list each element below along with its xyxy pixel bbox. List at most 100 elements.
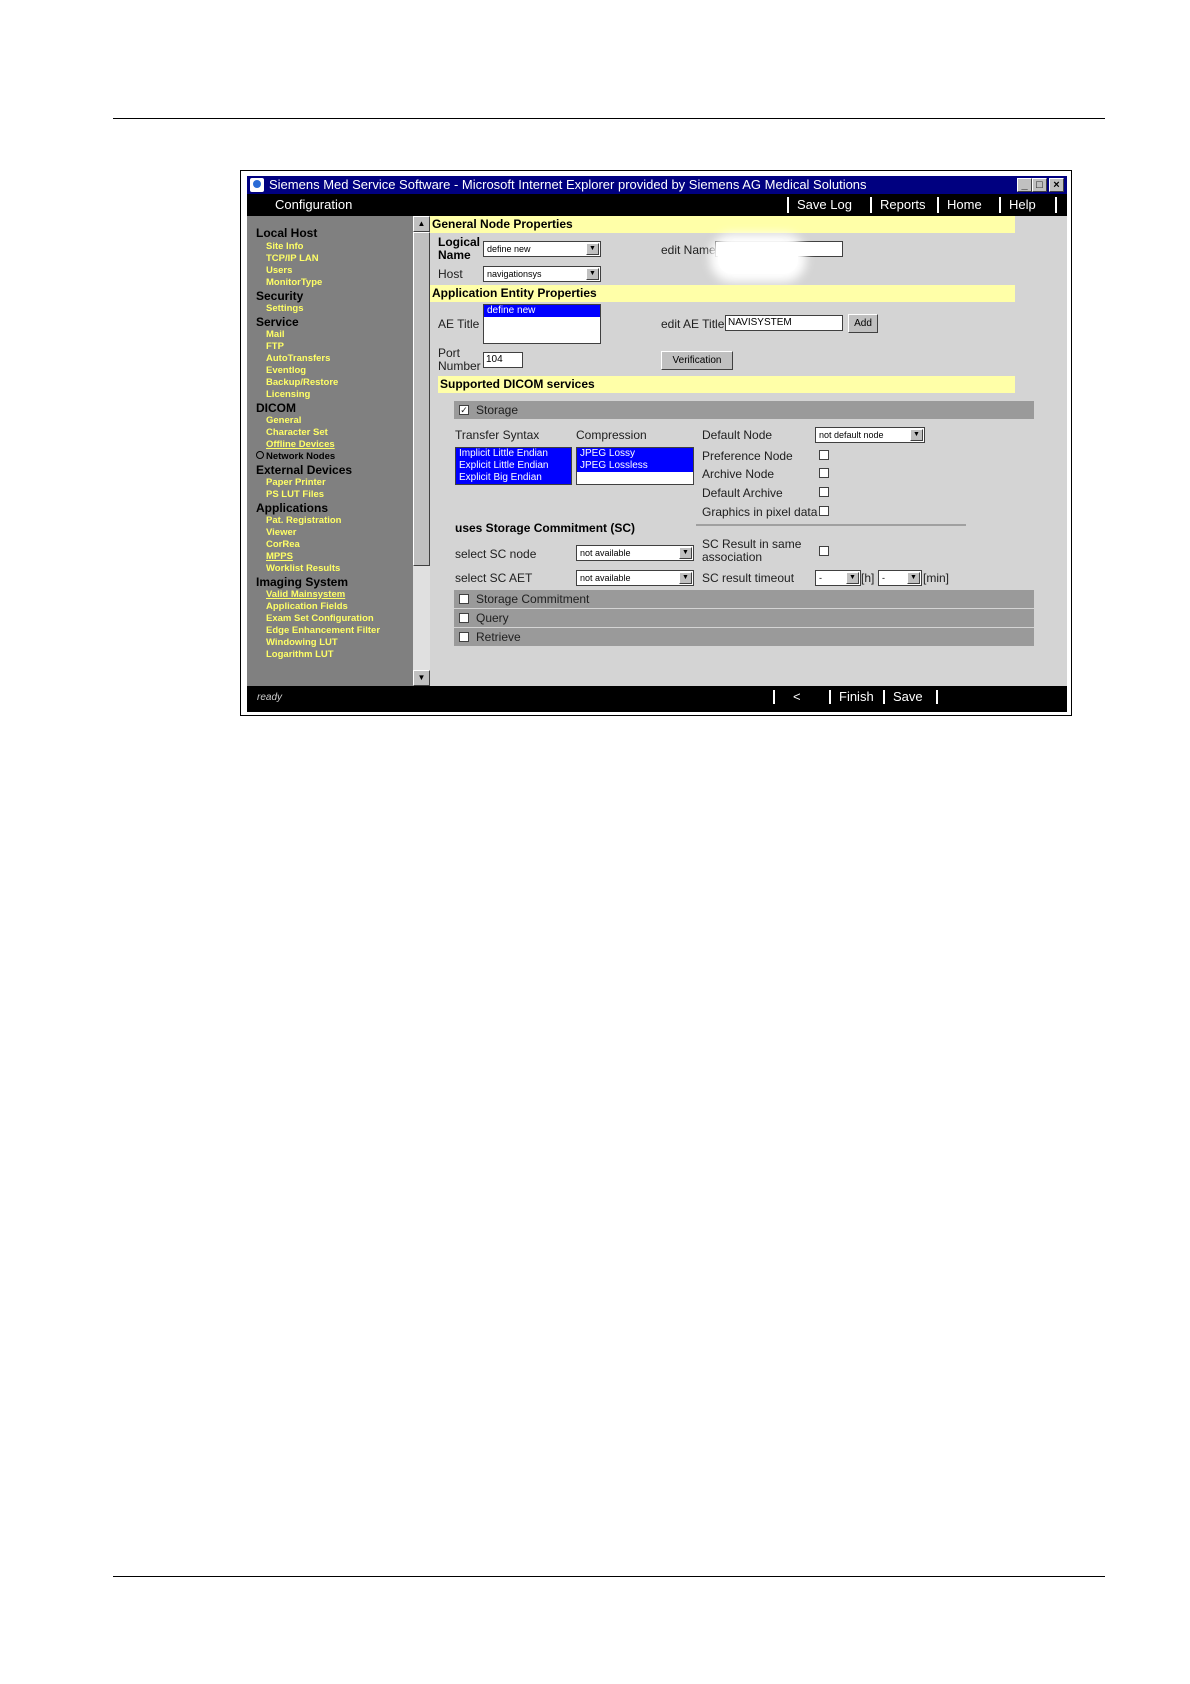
compression-option[interactable]: JPEG Lossy (577, 448, 693, 460)
archive-node-checkbox[interactable] (819, 468, 829, 478)
save-link[interactable]: Save (883, 690, 923, 704)
sidebar-group-security: Security (256, 289, 304, 303)
sidebar-item-users[interactable]: Users (266, 265, 292, 276)
compression-option[interactable]: JPEG Lossless (577, 460, 693, 472)
sidebar-item-backup-restore[interactable]: Backup/Restore (266, 377, 338, 388)
storage-checkbox[interactable]: ✓ (459, 405, 469, 415)
status-text: ready (257, 692, 283, 703)
sidebar-item-tcpip-lan[interactable]: TCP/IP LAN (266, 253, 319, 264)
back-link[interactable]: < (773, 690, 823, 704)
sidebar-group-external-devices: External Devices (256, 463, 353, 477)
sidebar-item-ftp[interactable]: FTP (266, 341, 284, 352)
verification-button[interactable]: Verification (661, 351, 733, 370)
sidebar-item-pat-registration[interactable]: Pat. Registration (266, 515, 342, 526)
dropdown-arrow-icon: ▼ (679, 572, 692, 584)
edit-ae-title-label: edit AE Title (661, 317, 725, 331)
help-link[interactable]: Help (999, 197, 1036, 213)
sidebar-item-valid-mainsystem[interactable]: Valid Mainsystem (266, 589, 345, 600)
save-log-link[interactable]: Save Log (787, 197, 852, 213)
preference-node-label: Preference Node (702, 449, 793, 463)
section-title: Configuration (275, 197, 353, 212)
default-node-value: not default node (819, 430, 884, 440)
sidebar-item-general[interactable]: General (266, 415, 301, 426)
sidebar-item-correa[interactable]: CorRea (266, 539, 300, 550)
sidebar-group-dicom: DICOM (256, 401, 296, 415)
reports-link[interactable]: Reports (870, 197, 926, 213)
timeout-hours-select[interactable]: - ▼ (815, 570, 861, 586)
sidebar-item-logarithm-lut[interactable]: Logarithm LUT (266, 649, 334, 660)
scrollbar-thumb[interactable] (413, 232, 430, 566)
finish-link[interactable]: Finish (829, 690, 874, 704)
application-entity-properties-header: Application Entity Properties (430, 285, 1015, 302)
sidebar-item-mail[interactable]: Mail (266, 329, 284, 340)
default-node-select[interactable]: not default node ▼ (815, 427, 925, 443)
title-bar: Siemens Med Service Software - Microsoft… (247, 176, 1067, 194)
transfer-syntax-label: Transfer Syntax (455, 428, 540, 442)
retrieve-checkbox[interactable] (459, 632, 469, 642)
sc-node-label: select SC node (455, 547, 537, 561)
storage-service-bar: ✓ Storage (454, 401, 1034, 419)
sidebar-item-exam-set-configuration[interactable]: Exam Set Configuration (266, 613, 374, 624)
maximize-button[interactable]: □ (1032, 178, 1047, 192)
main-content: General Node Properties Logical Name def… (430, 216, 1067, 686)
logical-name-value: define new (487, 244, 531, 254)
ae-title-option[interactable]: define new (484, 305, 600, 317)
sidebar-scrollbar[interactable]: ▲ ▼ (413, 216, 430, 686)
scroll-up-arrow-icon[interactable]: ▲ (413, 216, 430, 232)
transfer-syntax-option[interactable]: Explicit Little Endian (456, 460, 571, 472)
sidebar-item-edge-enhancement-filter[interactable]: Edge Enhancement Filter (266, 625, 380, 636)
sc-result-checkbox[interactable] (819, 546, 829, 556)
transfer-syntax-option[interactable]: Explicit Big Endian (456, 472, 571, 484)
sidebar-item-site-info[interactable]: Site Info (266, 241, 303, 252)
timeout-hours-value: - (819, 573, 822, 583)
close-button[interactable]: × (1049, 178, 1064, 192)
minimize-button[interactable]: _ (1017, 178, 1032, 192)
logical-name-select[interactable]: define new ▼ (483, 241, 601, 257)
archive-node-label: Archive Node (702, 467, 775, 481)
query-checkbox[interactable] (459, 613, 469, 623)
ae-title-list[interactable]: define new (483, 304, 601, 344)
timeout-minutes-select[interactable]: - ▼ (878, 570, 922, 586)
sidebar-item-ps-lut-files[interactable]: PS LUT Files (266, 489, 324, 500)
default-node-label: Default Node (702, 428, 773, 442)
sidebar-item-windowing-lut[interactable]: Windowing LUT (266, 637, 338, 648)
sidebar-item-offline-devices[interactable]: Offline Devices (266, 439, 335, 450)
graphics-in-pixel-data-checkbox[interactable] (819, 506, 829, 516)
sidebar-item-application-fields[interactable]: Application Fields (266, 601, 348, 612)
dropdown-arrow-icon: ▼ (910, 429, 923, 441)
sidebar-item-character-set[interactable]: Character Set (266, 427, 328, 438)
port-number-input[interactable]: 104 (483, 352, 523, 368)
sidebar-item-autotransfers[interactable]: AutoTransfers (266, 353, 330, 364)
nav-end-separator (1055, 197, 1057, 213)
preference-node-checkbox[interactable] (819, 450, 829, 460)
retrieve-service-bar: Retrieve (454, 628, 1034, 646)
dropdown-arrow-icon: ▼ (679, 547, 692, 559)
sidebar-item-worklist-results[interactable]: Worklist Results (266, 563, 340, 574)
edit-ae-title-input[interactable]: NAVISYSTEM (725, 315, 843, 331)
sc-node-select[interactable]: not available ▼ (576, 545, 694, 561)
home-link[interactable]: Home (937, 197, 982, 213)
sidebar-item-settings[interactable]: Settings (266, 303, 303, 314)
sidebar-item-paper-printer[interactable]: Paper Printer (266, 477, 326, 488)
host-select[interactable]: navigationsys ▼ (483, 266, 601, 282)
hours-unit: [h] (861, 571, 875, 585)
sidebar-item-viewer[interactable]: Viewer (266, 527, 296, 538)
sidebar-item-eventlog[interactable]: Eventlog (266, 365, 306, 376)
status-end-separator (936, 690, 938, 704)
scroll-down-arrow-icon[interactable]: ▼ (413, 670, 430, 686)
transfer-syntax-list[interactable]: Implicit Little Endian Explicit Little E… (455, 447, 572, 485)
storage-commitment-checkbox[interactable] (459, 594, 469, 604)
sc-aet-value: not available (580, 573, 631, 583)
sidebar-item-network-nodes[interactable]: Network Nodes (256, 451, 335, 462)
default-archive-checkbox[interactable] (819, 487, 829, 497)
page-top-rule (113, 118, 1105, 119)
sidebar-item-licensing[interactable]: Licensing (266, 389, 310, 400)
transfer-syntax-option[interactable]: Implicit Little Endian (456, 448, 571, 460)
compression-list[interactable]: JPEG Lossy JPEG Lossless (576, 447, 694, 485)
screenshot-frame: Siemens Med Service Software - Microsoft… (240, 170, 1072, 716)
port-number-label-text: Port Number (438, 346, 481, 373)
add-button[interactable]: Add (848, 314, 878, 333)
sidebar-item-monitortype[interactable]: MonitorType (266, 277, 322, 288)
sc-aet-select[interactable]: not available ▼ (576, 570, 694, 586)
sidebar-item-mpps[interactable]: MPPS (266, 551, 293, 562)
